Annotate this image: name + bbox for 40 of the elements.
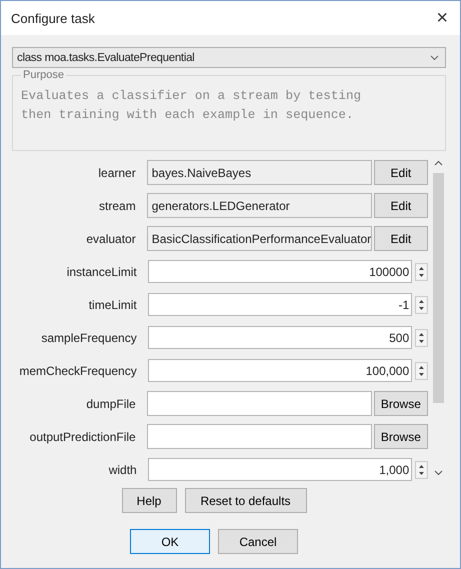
browse-button[interactable]: Browse	[374, 391, 428, 416]
option-label: outputPredictionFile	[28, 430, 137, 444]
option-field[interactable]: generators.LEDGenerator	[146, 193, 372, 218]
option-field[interactable]: BasicClassificationPerformanceEvaluator	[146, 226, 372, 251]
edit-button[interactable]: Edit	[374, 226, 428, 251]
chevron-down-icon	[430, 54, 439, 60]
spinner-icon[interactable]	[415, 362, 428, 380]
close-button[interactable]: ×	[432, 6, 452, 30]
option-label: dumpFile	[85, 396, 137, 410]
number-field[interactable]: 500	[148, 326, 412, 349]
number-field[interactable]: 1,000	[148, 458, 412, 481]
option-label: stream	[98, 198, 137, 212]
purpose-text: Evaluates a classifier on a stream by testing then training with each example in sequence.	[21, 88, 362, 124]
option-label: memCheckFrequency	[18, 364, 138, 378]
option-label: learner	[97, 166, 137, 180]
help-button[interactable]: Help	[122, 488, 176, 513]
spinner-icon[interactable]	[415, 296, 428, 314]
option-label: width	[108, 462, 138, 476]
edit-button[interactable]: Edit	[374, 160, 428, 185]
task-dropdown[interactable]: class moa.tasks.EvaluatePrequential	[12, 47, 446, 68]
option-label: evaluator	[85, 232, 137, 246]
group-legend: Purpose	[21, 69, 66, 81]
option-label: instanceLimit	[66, 264, 138, 278]
reset-button[interactable]: Reset to defaults	[184, 488, 306, 513]
option-label: sampleFrequency	[40, 330, 138, 344]
spinner-icon[interactable]	[415, 460, 428, 478]
option-field[interactable]: bayes.NaiveBayes	[146, 160, 372, 185]
file-field[interactable]	[146, 391, 372, 416]
number-field[interactable]: 100,000	[148, 359, 412, 382]
spinner-icon[interactable]	[415, 262, 428, 280]
option-label: timeLimit	[88, 298, 138, 312]
cancel-button[interactable]: Cancel	[218, 529, 298, 554]
browse-button[interactable]: Browse	[374, 424, 428, 449]
file-field[interactable]	[146, 424, 372, 449]
number-field[interactable]: -1	[148, 293, 412, 316]
number-field[interactable]: 100000	[148, 260, 412, 283]
edit-button[interactable]: Edit	[374, 193, 428, 218]
spinner-icon[interactable]	[415, 328, 428, 346]
ok-button[interactable]: OK	[130, 529, 210, 554]
window-title: Configure task	[11, 10, 95, 26]
